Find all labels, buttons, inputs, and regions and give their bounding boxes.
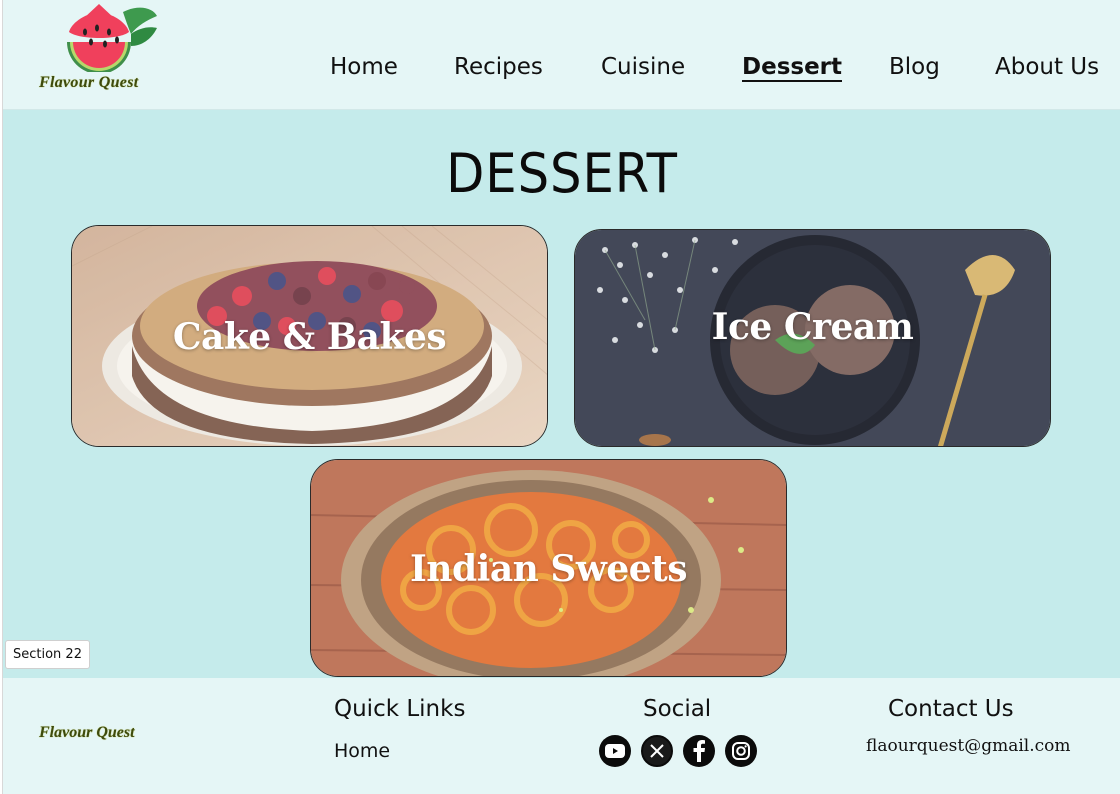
nav-blog[interactable]: Blog (889, 54, 940, 80)
facebook-icon[interactable] (683, 735, 715, 767)
nav-cuisine[interactable]: Cuisine (601, 54, 685, 80)
footer-brand[interactable]: Flavour Quest (39, 724, 135, 742)
card-label: Indian Sweets (409, 548, 688, 590)
footer-contact-heading: Contact Us (888, 696, 1014, 722)
card-ice-cream[interactable]: Ice Cream (574, 229, 1051, 447)
section-tag: Section 22 (5, 640, 90, 669)
nav-home[interactable]: Home (330, 54, 398, 80)
contact-email[interactable]: flaourquest@gmail.com (866, 736, 1071, 756)
footer-quick-links-heading: Quick Links (334, 696, 466, 722)
site-header: Flavour Quest Home Recipes Cuisine Desse… (3, 0, 1120, 110)
card-indian-sweets[interactable]: Indian Sweets (310, 459, 787, 677)
card-cake-and-bakes[interactable]: Cake & Bakes (71, 225, 548, 447)
card-label: Cake & Bakes (172, 316, 447, 358)
x-twitter-icon[interactable] (641, 735, 673, 767)
page-frame: Flavour Quest Home Recipes Cuisine Desse… (2, 0, 1120, 794)
card-label: Ice Cream (711, 306, 914, 348)
page-title: DESSERT (446, 142, 678, 205)
youtube-icon[interactable] (599, 735, 631, 767)
site-footer: Flavour Quest Quick Links Home Social Co… (3, 678, 1120, 794)
instagram-icon[interactable] (725, 735, 757, 767)
footer-social-heading: Social (643, 696, 712, 722)
nav-recipes[interactable]: Recipes (454, 54, 543, 80)
nav-about-us[interactable]: About Us (995, 54, 1099, 80)
footer-link-home[interactable]: Home (334, 740, 390, 762)
main-nav: Home Recipes Cuisine Dessert Blog About … (3, 54, 1120, 86)
nav-dessert[interactable]: Dessert (742, 54, 843, 82)
